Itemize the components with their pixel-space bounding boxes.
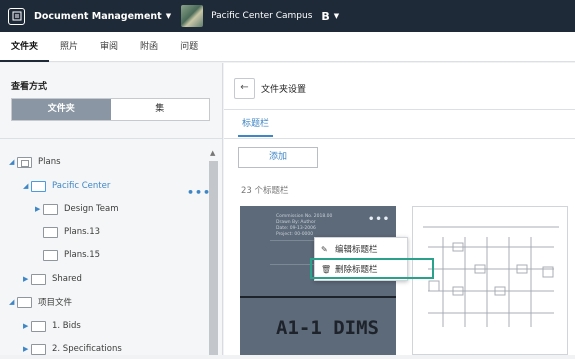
tree-item-label: Shared xyxy=(52,274,82,284)
page-title: 文件夹设置 xyxy=(261,85,307,95)
folder-settings-panel: ← 文件夹设置 标题栏 添加 23 个标题栏 Commission No. 20… xyxy=(224,63,575,355)
folder-icon xyxy=(31,180,46,192)
folder-panel: 查看方式 文件夹 集 ◢ Plans ◢ Pacific Center ••• … xyxy=(0,63,223,355)
title-block-card[interactable] xyxy=(412,206,568,355)
main-tabs: 文件夹 照片 审阅 附函 问题 xyxy=(0,32,575,62)
project-thumbnail[interactable] xyxy=(181,5,204,27)
folder-icon xyxy=(43,226,58,238)
tree-item-label: Design Team xyxy=(64,204,119,214)
folder-icon xyxy=(31,343,46,355)
chevron-down-icon[interactable]: ◢ xyxy=(9,158,17,166)
view-by-label: 查看方式 xyxy=(11,82,48,92)
tree-item-pacific-center[interactable]: ◢ Pacific Center xyxy=(23,176,110,196)
chevron-right-icon[interactable]: ▶ xyxy=(23,345,31,353)
highlight-box xyxy=(310,258,434,279)
divider xyxy=(224,138,575,139)
view-folder-button[interactable]: 文件夹 xyxy=(12,99,111,120)
tree-item-plans[interactable]: ◢ Plans xyxy=(9,152,61,172)
tree-item-design-team[interactable]: ▶ Design Team xyxy=(35,199,119,219)
sheet-number: A1-1 DIMS xyxy=(276,317,379,339)
folder-icon xyxy=(31,273,46,285)
tab-title-blocks[interactable]: 标题栏 xyxy=(238,115,274,137)
tree-item-specifications[interactable]: ▶ 2. Specifications xyxy=(23,339,122,359)
chevron-right-icon[interactable]: ▶ xyxy=(35,205,43,213)
tree-item-label: Plans xyxy=(38,157,61,167)
folder-icon xyxy=(43,203,58,215)
drawing-thumbnail xyxy=(423,226,559,327)
tree-item-project-files[interactable]: ◢ 项目文件 xyxy=(9,292,72,312)
scroll-up-icon[interactable]: ▲ xyxy=(210,149,215,157)
tree-item-label: Plans.15 xyxy=(64,250,101,260)
project-name[interactable]: Pacific Center Campus xyxy=(211,11,312,21)
tab-photos[interactable]: 照片 xyxy=(49,32,89,62)
menu-item-label: 编辑标题栏 xyxy=(335,245,378,255)
chevron-right-icon[interactable]: ▶ xyxy=(23,322,31,330)
folder-icon xyxy=(31,320,46,332)
divider xyxy=(0,138,222,139)
project-badge[interactable]: B xyxy=(321,10,329,23)
folder-icon xyxy=(17,296,32,308)
top-bar: Document Management ▼ Pacific Center Cam… xyxy=(0,0,575,32)
tree-item-label: Plans.13 xyxy=(64,227,101,237)
divider xyxy=(240,296,396,298)
add-button[interactable]: 添加 xyxy=(238,147,318,168)
chevron-down-icon[interactable]: ◢ xyxy=(23,182,31,190)
tree-item-plans-15[interactable]: Plans.15 xyxy=(43,245,100,265)
tree-item-label: Pacific Center xyxy=(52,181,111,191)
tree-item-shared[interactable]: ▶ Shared xyxy=(23,269,82,289)
tree-scrollbar[interactable]: ▲ xyxy=(208,149,220,355)
chevron-down-icon[interactable]: ◢ xyxy=(9,298,17,306)
divider xyxy=(224,109,575,110)
document-management-icon[interactable] xyxy=(8,7,25,25)
tree-item-label: 2. Specifications xyxy=(52,344,122,354)
plans-folder-icon xyxy=(17,156,32,168)
chevron-right-icon[interactable]: ▶ xyxy=(23,275,31,283)
tab-folders[interactable]: 文件夹 xyxy=(0,32,50,62)
tree-item-bids[interactable]: ▶ 1. Bids xyxy=(23,316,81,336)
edit-title-block-menu-item[interactable]: ✎ 编辑标题栏 xyxy=(321,241,378,257)
view-set-button[interactable]: 集 xyxy=(110,99,209,120)
app-title[interactable]: Document Management xyxy=(34,11,162,22)
title-block-info: Commission No. 2018.00 Drawn By: Author … xyxy=(276,214,332,238)
tree-item-label: 1. Bids xyxy=(52,321,81,331)
tree-item-plans-13[interactable]: Plans.13 xyxy=(43,222,100,242)
back-arrow-icon[interactable]: ← xyxy=(234,78,255,99)
pencil-icon: ✎ xyxy=(321,244,328,254)
title-block-count: 23 个标题栏 xyxy=(241,186,289,196)
tab-issues[interactable]: 问题 xyxy=(169,32,209,62)
tree-item-label: 项目文件 xyxy=(38,298,73,308)
chevron-down-icon[interactable]: ▼ xyxy=(334,12,339,20)
view-toggle: 文件夹 集 xyxy=(11,98,210,121)
tab-reviews[interactable]: 审阅 xyxy=(89,32,129,62)
scrollbar-thumb[interactable] xyxy=(209,161,218,355)
more-options-icon[interactable]: ••• xyxy=(368,214,390,225)
folder-icon xyxy=(43,249,58,261)
chevron-down-icon[interactable]: ▼ xyxy=(166,12,171,20)
tab-transmittals[interactable]: 附函 xyxy=(129,32,169,62)
